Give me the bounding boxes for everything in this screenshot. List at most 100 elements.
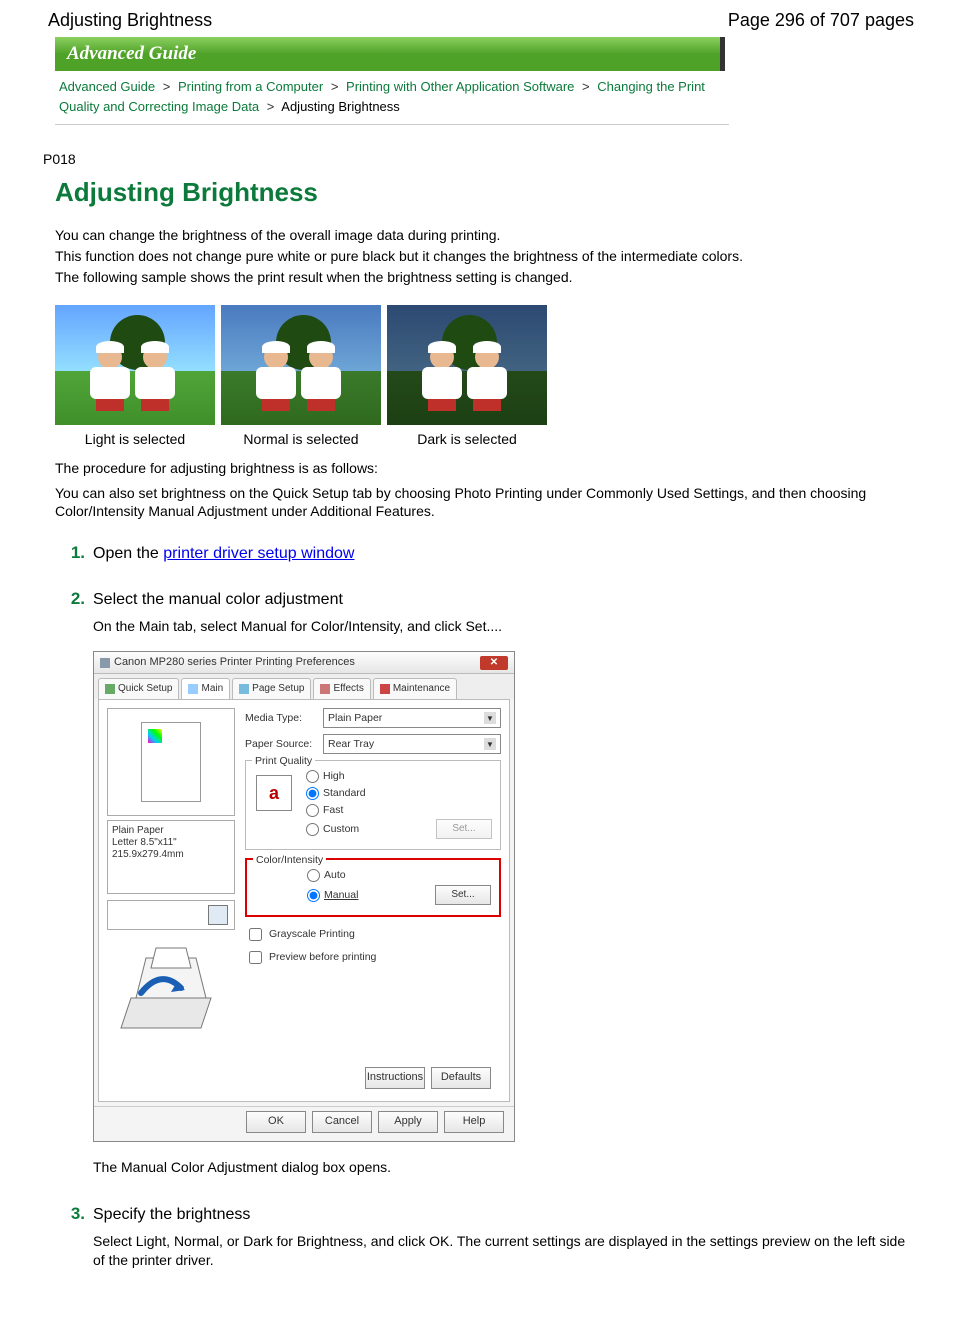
crumb-advanced-guide[interactable]: Advanced Guide <box>59 79 155 94</box>
step-2-num: 2. <box>55 589 85 609</box>
dialog-right-panel: Media Type: Plain Paper▼ Paper Source: R… <box>245 708 501 1093</box>
ci-auto-row[interactable]: Auto <box>307 868 491 883</box>
close-button[interactable]: ✕ <box>480 656 508 670</box>
sample-dark: Dark is selected <box>387 305 547 447</box>
step-2-after: The Manual Color Adjustment dialog box o… <box>93 1158 914 1178</box>
printer-icon <box>100 658 110 668</box>
grayscale-label: Grayscale Printing <box>269 927 355 942</box>
ci-manual-label: Manual <box>324 888 358 903</box>
ci-manual-radio[interactable] <box>307 889 320 902</box>
crumb-sep: > <box>327 79 343 94</box>
paper-source-value: Rear Tray <box>328 737 374 752</box>
grayscale-checkbox[interactable] <box>249 928 262 941</box>
instructions-button[interactable]: Instructions <box>365 1067 425 1089</box>
media-type-field: Media Type: Plain Paper▼ <box>245 708 501 728</box>
sample-light-caption: Light is selected <box>55 431 215 447</box>
crumb-printing-other-app[interactable]: Printing with Other Application Software <box>346 79 574 94</box>
ci-auto-radio[interactable] <box>307 869 320 882</box>
settings-preview <box>107 708 235 816</box>
intro-p3: The following sample shows the print res… <box>55 268 914 287</box>
preview-label: Preview before printing <box>269 950 376 965</box>
page-number: Page 296 of 707 pages <box>728 10 914 31</box>
paper-source-label: Paper Source: <box>245 737 317 752</box>
ci-set-button[interactable]: Set... <box>435 885 491 905</box>
intro: You can change the brightness of the ove… <box>55 226 914 287</box>
sample-light-thumb <box>55 305 215 425</box>
tab-page-setup[interactable]: Page Setup <box>232 678 311 699</box>
intro-p1: You can change the brightness of the ove… <box>55 226 914 245</box>
crumb-current: Adjusting Brightness <box>281 99 400 114</box>
printer-illustration <box>107 938 235 1038</box>
tab-effects[interactable]: Effects <box>313 678 370 699</box>
help-button[interactable]: Help <box>444 1111 504 1133</box>
tab-quick-setup[interactable]: Quick Setup <box>98 678 179 699</box>
page-header: Adjusting Brightness Page 296 of 707 pag… <box>0 0 954 37</box>
dialog-title-text: Canon MP280 series Printer Printing Pref… <box>114 655 355 670</box>
procedure-intro: The procedure for adjusting brightness i… <box>55 459 914 478</box>
color-intensity-group: Color/Intensity Auto ManualSet... <box>245 858 501 917</box>
step-2: 2. Select the manual color adjustment On… <box>55 589 914 1177</box>
color-intensity-label: Color/Intensity <box>253 853 326 868</box>
tray-indicator <box>107 900 235 930</box>
pq-fast-label: Fast <box>323 803 343 818</box>
step-2-text: On the Main tab, select Manual for Color… <box>93 617 914 637</box>
step-1-title: Open the printer driver setup window <box>93 545 354 563</box>
content: Advanced Guide Advanced Guide > Printing… <box>0 37 954 1337</box>
defaults-button[interactable]: Defaults <box>431 1067 491 1089</box>
quick-setup-note: You can also set brightness on the Quick… <box>55 484 914 522</box>
quality-sample-icon: a <box>256 775 292 811</box>
media-type-value: Plain Paper <box>328 711 382 726</box>
pq-set-button[interactable]: Set... <box>436 819 492 839</box>
preferences-dialog: Canon MP280 series Printer Printing Pref… <box>93 651 515 1142</box>
crumb-printing-computer[interactable]: Printing from a Computer <box>178 79 323 94</box>
crumb-sep: > <box>578 79 594 94</box>
chevron-down-icon: ▼ <box>484 712 496 724</box>
breadcrumb: Advanced Guide > Printing from a Compute… <box>55 73 729 125</box>
paper-source-combo[interactable]: Rear Tray ▼ <box>323 734 501 754</box>
pq-high-radio[interactable] <box>306 770 319 783</box>
crumb-sep: > <box>159 79 175 94</box>
pq-standard-label: Standard <box>323 786 366 801</box>
tab-main[interactable]: Main <box>181 678 230 699</box>
printer-driver-link[interactable]: printer driver setup window <box>163 545 354 562</box>
cancel-button[interactable]: Cancel <box>312 1111 372 1133</box>
ci-manual-row[interactable]: Manual Set... <box>307 885 491 905</box>
steps-list: 1. Open the printer driver setup window … <box>55 543 914 1271</box>
sample-normal-caption: Normal is selected <box>221 431 381 447</box>
preview-checkbox[interactable] <box>249 951 262 964</box>
pq-fast-radio[interactable] <box>306 804 319 817</box>
tab-quick-setup-label: Quick Setup <box>118 682 172 696</box>
step-3: 3. Specify the brightness Select Light, … <box>55 1204 914 1271</box>
paper-info: Plain Paper Letter 8.5"x11" 215.9x279.4m… <box>107 820 235 894</box>
page-code: P018 <box>43 151 914 167</box>
pq-custom-radio[interactable] <box>306 823 319 836</box>
tab-maintenance[interactable]: Maintenance <box>373 678 457 699</box>
chevron-down-icon: ▼ <box>484 738 496 750</box>
apply-button[interactable]: Apply <box>378 1111 438 1133</box>
grayscale-row[interactable]: Grayscale Printing <box>245 925 501 944</box>
sample-dark-thumb <box>387 305 547 425</box>
page-title: Adjusting Brightness <box>55 177 914 208</box>
doc-title: Adjusting Brightness <box>48 10 212 31</box>
preview-row[interactable]: Preview before printing <box>245 948 501 967</box>
after-samples: The procedure for adjusting brightness i… <box>55 459 914 522</box>
dialog-body: Plain Paper Letter 8.5"x11" 215.9x279.4m… <box>98 699 510 1102</box>
sample-normal-thumb <box>221 305 381 425</box>
tab-page-setup-label: Page Setup <box>252 682 304 696</box>
dialog-main-buttons: OK Cancel Apply Help <box>94 1106 514 1141</box>
dialog-aux-buttons: Instructions Defaults <box>245 1061 501 1093</box>
media-type-combo[interactable]: Plain Paper ▼ <box>323 708 501 728</box>
ok-button[interactable]: OK <box>246 1111 306 1133</box>
pq-custom-row[interactable]: Custom Set... <box>306 819 492 839</box>
sample-dark-caption: Dark is selected <box>387 431 547 447</box>
pq-standard-row[interactable]: Standard <box>306 786 492 801</box>
crumb-sep: > <box>263 99 279 114</box>
pq-high-row[interactable]: High <box>306 769 492 784</box>
pq-standard-radio[interactable] <box>306 787 319 800</box>
step-1-num: 1. <box>55 543 85 563</box>
pq-fast-row[interactable]: Fast <box>306 803 492 818</box>
step-1-title-pre: Open the <box>93 545 163 562</box>
dialog-left-panel: Plain Paper Letter 8.5"x11" 215.9x279.4m… <box>107 708 235 1093</box>
pq-custom-label: Custom <box>323 822 359 837</box>
dialog-titlebar: Canon MP280 series Printer Printing Pref… <box>94 652 514 674</box>
